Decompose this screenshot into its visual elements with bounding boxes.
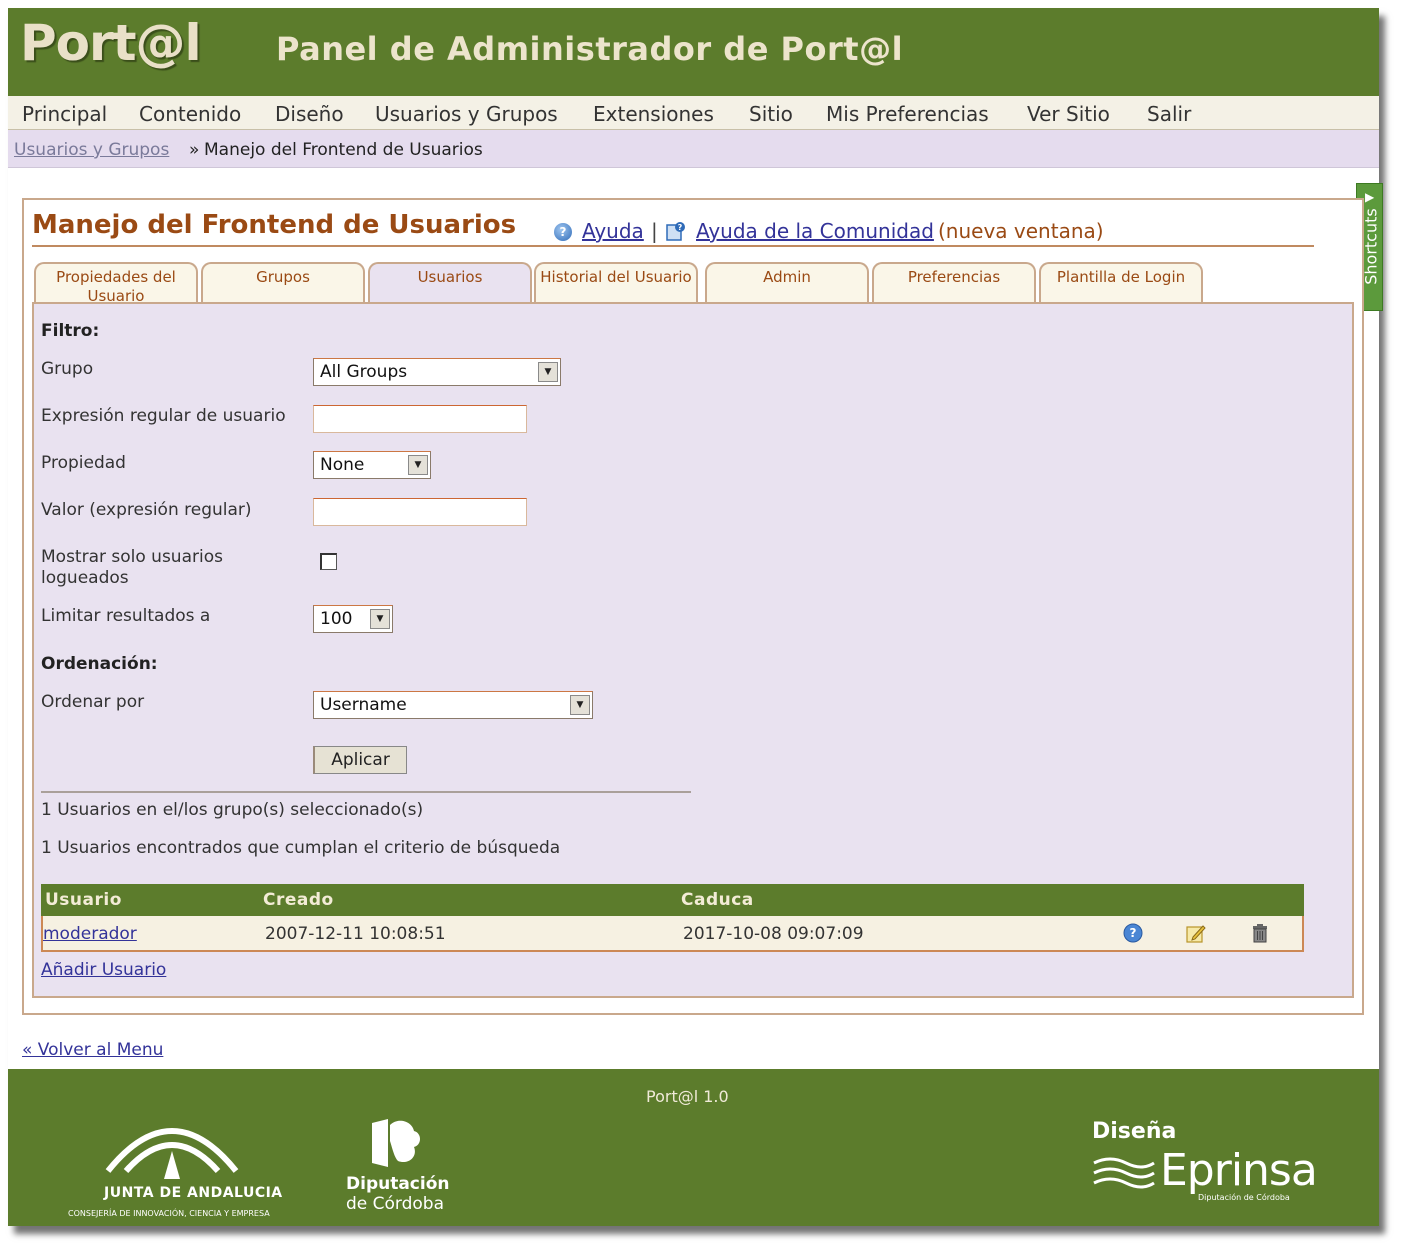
- breadcrumb-link-usuarios-grupos[interactable]: Usuarios y Grupos: [14, 140, 169, 160]
- header: Port@l Panel de Administrador de Port@l: [8, 8, 1379, 96]
- breadcrumb-current: Manejo del Frontend de Usuarios: [204, 140, 483, 160]
- user-regex-input[interactable]: [313, 405, 527, 433]
- menu-item-extensiones[interactable]: Extensiones: [593, 102, 714, 126]
- filter-divider: [41, 791, 691, 793]
- tab-usuarios[interactable]: Usuarios: [368, 262, 532, 306]
- footer: Port@l 1.0 JUNTA DE ANDALUCIA CONSEJERÍA…: [8, 1069, 1379, 1226]
- breadcrumb-separator: »: [189, 140, 200, 160]
- help-icon[interactable]: ?: [1122, 922, 1144, 944]
- portal-logo: Port@l: [20, 14, 202, 72]
- created-cell: 2007-12-11 10:08:51: [265, 924, 446, 944]
- menu-item-sitio[interactable]: Sitio: [749, 102, 793, 126]
- users-matching-count: 1 Usuarios encontrados que cumplan el cr…: [41, 838, 561, 858]
- eprinsa-subtitle: Diputación de Córdoba: [1198, 1193, 1290, 1202]
- chevron-down-icon: ▼: [570, 695, 590, 715]
- group-select-value: All Groups: [320, 362, 408, 382]
- community-help-icon: ?: [666, 222, 685, 241]
- footer-version: Port@l 1.0: [646, 1087, 729, 1106]
- user-link[interactable]: moderador: [43, 924, 137, 944]
- limit-label: Limitar resultados a: [41, 606, 211, 626]
- diputacion-cordoba-logo-icon: [372, 1119, 420, 1167]
- header-title: Panel de Administrador de Port@l: [276, 30, 904, 68]
- value-regex-label: Valor (expresión regular): [41, 500, 252, 520]
- order-by-select[interactable]: Username ▼: [313, 691, 593, 719]
- users-table-header: Usuario Creado Caduca: [41, 884, 1304, 916]
- menu-item-ver-sitio[interactable]: Ver Sitio: [1027, 102, 1110, 126]
- filter-heading: Filtro:: [41, 321, 100, 341]
- menu-item-mis-preferencias[interactable]: Mis Preferencias: [826, 102, 989, 126]
- add-user-link[interactable]: Añadir Usuario: [41, 960, 166, 980]
- help-icon: ?: [554, 223, 572, 241]
- disena-label: Diseña: [1092, 1119, 1177, 1144]
- junta-andalucia-logo-icon: [105, 1128, 239, 1179]
- diputacion-subtitle: de Córdoba: [346, 1194, 445, 1214]
- help-separator: |: [651, 219, 658, 243]
- property-select[interactable]: None ▼: [313, 451, 431, 479]
- eprinsa-logo: Eprinsa: [1160, 1145, 1318, 1196]
- menu-item-diseno[interactable]: Diseño: [275, 102, 344, 126]
- group-select[interactable]: All Groups ▼: [313, 358, 561, 386]
- tab-grupos[interactable]: Grupos: [201, 262, 365, 302]
- shortcuts-label: Shortcuts: [1361, 208, 1381, 285]
- app-window: Port@l Panel de Administrador de Port@l …: [8, 8, 1383, 1226]
- order-by-label: Ordenar por: [41, 692, 145, 712]
- property-select-value: None: [320, 455, 365, 475]
- tab-propiedades-usuario[interactable]: Propiedades del Usuario: [34, 262, 198, 302]
- menu-item-contenido[interactable]: Contenido: [139, 102, 241, 126]
- community-help-note: (nueva ventana): [938, 219, 1104, 243]
- expires-cell: 2017-10-08 09:07:09: [683, 924, 864, 944]
- menu-item-salir[interactable]: Salir: [1147, 102, 1191, 126]
- sort-heading: Ordenación:: [41, 654, 158, 674]
- tab-admin[interactable]: Admin: [705, 262, 869, 302]
- community-help-link[interactable]: Ayuda de la Comunidad: [696, 219, 934, 243]
- title-divider: [32, 245, 1314, 247]
- eprinsa-waves-icon: [1093, 1157, 1155, 1189]
- col-usuario[interactable]: Usuario: [45, 890, 122, 910]
- menu-item-principal[interactable]: Principal: [22, 102, 107, 126]
- chevron-down-icon: ▼: [370, 609, 390, 629]
- group-label: Grupo: [41, 359, 94, 379]
- edit-icon[interactable]: [1185, 922, 1207, 944]
- chevron-down-icon: ▼: [408, 455, 428, 475]
- help-link[interactable]: Ayuda: [582, 219, 644, 243]
- diputacion-name: Diputación: [346, 1174, 450, 1194]
- breadcrumb: Usuarios y Grupos » Manejo del Frontend …: [8, 130, 1379, 168]
- table-row: moderador 2007-12-11 10:08:51 2017-10-08…: [41, 916, 1304, 952]
- user-regex-label: Expresión regular de usuario: [41, 406, 286, 426]
- logged-only-label: Mostrar solo usuarios logueados: [41, 547, 223, 588]
- menu-item-usuarios-grupos[interactable]: Usuarios y Grupos: [375, 102, 558, 126]
- trash-icon[interactable]: [1249, 922, 1271, 944]
- property-label: Propiedad: [41, 453, 126, 473]
- page-title: Manejo del Frontend de Usuarios: [32, 210, 517, 240]
- col-creado[interactable]: Creado: [263, 890, 334, 910]
- users-in-groups-count: 1 Usuarios en el/los grupo(s) selecciona…: [41, 800, 424, 820]
- tab-historial-usuario[interactable]: Historial del Usuario: [534, 262, 698, 302]
- tab-preferencias[interactable]: Preferencias: [872, 262, 1036, 302]
- main-menu: Principal Contenido Diseño Usuarios y Gr…: [8, 96, 1379, 130]
- tab-plantilla-login[interactable]: Plantilla de Login: [1039, 262, 1203, 302]
- chevron-down-icon: ▼: [538, 362, 558, 382]
- svg-text:?: ?: [678, 223, 683, 232]
- order-by-select-value: Username: [320, 695, 407, 715]
- junta-andalucia-subtitle: CONSEJERÍA DE INNOVACIÓN, CIENCIA Y EMPR…: [68, 1209, 270, 1218]
- apply-button[interactable]: Aplicar: [313, 746, 407, 774]
- value-regex-input[interactable]: [313, 498, 527, 526]
- limit-select-value: 100: [320, 609, 353, 629]
- svg-text:?: ?: [1130, 926, 1137, 940]
- back-to-menu-link[interactable]: « Volver al Menu: [22, 1040, 163, 1060]
- junta-andalucia-name: JUNTA DE ANDALUCIA: [104, 1185, 283, 1201]
- col-caduca[interactable]: Caduca: [681, 890, 754, 910]
- logged-only-checkbox[interactable]: [320, 553, 337, 570]
- limit-select[interactable]: 100 ▼: [313, 605, 393, 633]
